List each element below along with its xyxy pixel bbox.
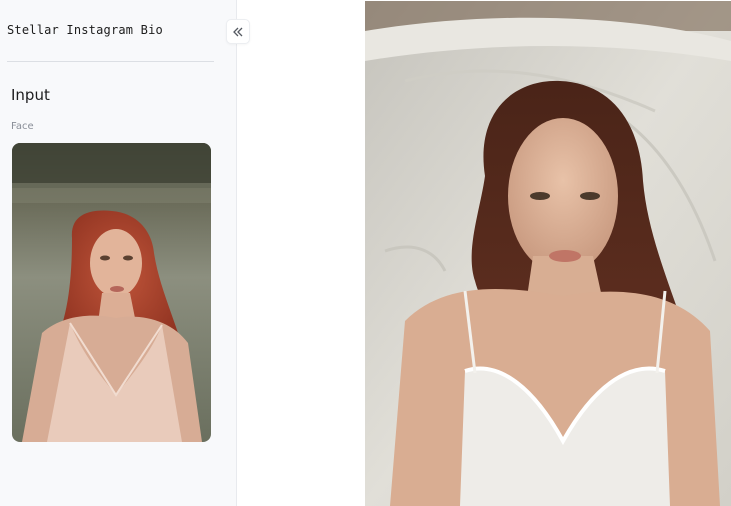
output-photo bbox=[365, 1, 731, 506]
face-input-image[interactable] bbox=[12, 143, 211, 442]
input-section-title: Input bbox=[11, 86, 50, 104]
collapse-sidebar-button[interactable] bbox=[226, 19, 250, 44]
sidebar-divider bbox=[7, 61, 214, 62]
face-photo bbox=[12, 143, 211, 442]
generated-output-image[interactable] bbox=[365, 1, 731, 506]
app-title: Stellar Instagram Bio bbox=[7, 23, 163, 37]
face-field-label: Face bbox=[11, 121, 34, 132]
sidebar: Stellar Instagram Bio Input Face bbox=[0, 0, 237, 506]
chevron-double-left-icon bbox=[232, 26, 244, 38]
